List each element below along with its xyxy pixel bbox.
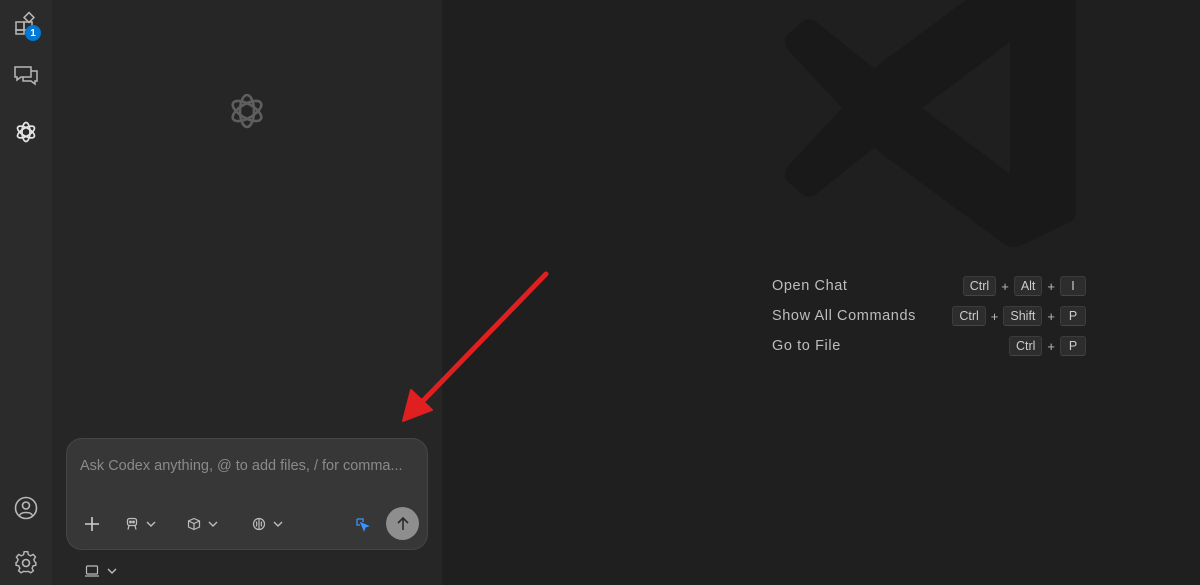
account-icon: [14, 496, 38, 520]
model-select[interactable]: [187, 511, 219, 537]
mode-select[interactable]: [125, 511, 157, 537]
shortcut-go-to-file[interactable]: Go to File Ctrl + P: [772, 336, 1086, 366]
chat-input[interactable]: [80, 455, 416, 477]
openai-icon: [16, 121, 36, 143]
key: Ctrl: [962, 276, 997, 296]
shortcut-label: Open Chat: [772, 278, 848, 294]
brain-icon: [252, 517, 266, 531]
key-separator: +: [1001, 278, 1009, 294]
vscode-logo-icon: [785, 0, 1076, 247]
key: Ctrl: [1008, 336, 1043, 356]
key: P: [1060, 306, 1086, 326]
gear-icon: [15, 550, 37, 574]
settings-button[interactable]: [0, 539, 52, 585]
laptop-icon: [85, 565, 99, 577]
key-separator: +: [1047, 308, 1055, 324]
chat-composer: [66, 438, 428, 550]
openai-icon: [231, 93, 263, 129]
shortcut-keys: Ctrl + Shift + P: [952, 306, 1086, 326]
reasoning-select[interactable]: [252, 511, 284, 537]
explorer-button[interactable]: 1: [0, 0, 52, 48]
cursor-select-icon: [356, 518, 370, 532]
agent-icon: [126, 517, 138, 530]
shortcut-open-chat[interactable]: Open Chat Ctrl + Alt + I: [772, 276, 1086, 306]
arrow-up-icon: [396, 516, 409, 530]
account-button[interactable]: [0, 484, 52, 532]
send-button[interactable]: [386, 507, 419, 540]
key: Shift: [1003, 306, 1043, 326]
cube-icon: [187, 517, 201, 531]
shortcut-show-all-commands[interactable]: Show All Commands Ctrl + Shift + P: [772, 306, 1086, 336]
shortcut-keys: Ctrl + P: [1008, 336, 1086, 356]
key-separator: +: [1047, 278, 1055, 294]
shortcut-label: Go to File: [772, 338, 841, 354]
chevron-down-icon: [107, 568, 117, 574]
add-context-button[interactable]: [83, 511, 101, 537]
key-separator: +: [1047, 338, 1055, 354]
chat-icon: [14, 66, 38, 86]
context-toggle[interactable]: [354, 511, 370, 537]
shortcut-label: Show All Commands: [772, 308, 916, 324]
chevron-down-icon: [208, 521, 218, 527]
codex-panel: [52, 0, 442, 585]
notification-badge: 1: [25, 25, 41, 41]
editor-area: Open Chat Ctrl + Alt + I Show All Comman…: [442, 0, 1200, 585]
key: Alt: [1013, 276, 1043, 296]
key: I: [1060, 276, 1086, 296]
codex-button[interactable]: [0, 108, 52, 156]
plus-icon: [85, 517, 99, 531]
environment-select[interactable]: [84, 562, 118, 580]
shortcut-keys: Ctrl + Alt + I: [962, 276, 1086, 296]
key: Ctrl: [952, 306, 986, 326]
activity-bar: 1: [0, 0, 52, 585]
key-separator: +: [990, 308, 999, 324]
key: P: [1060, 336, 1086, 356]
chevron-down-icon: [273, 521, 283, 527]
chat-button[interactable]: [0, 52, 52, 100]
chevron-down-icon: [146, 521, 156, 527]
shortcuts-list: Open Chat Ctrl + Alt + I Show All Comman…: [772, 276, 1086, 366]
